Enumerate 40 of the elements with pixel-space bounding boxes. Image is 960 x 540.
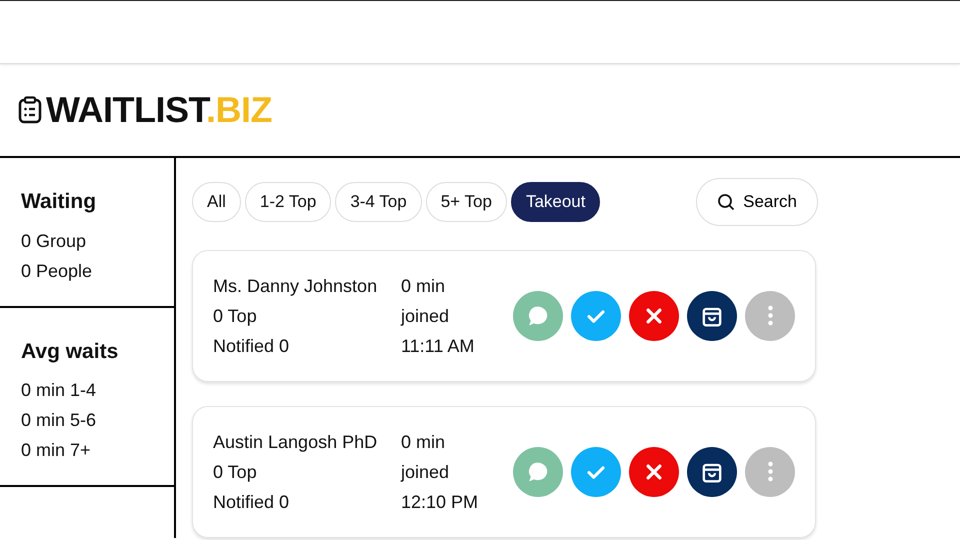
stat-text: 0 People: [21, 260, 94, 283]
search-button[interactable]: Search: [696, 178, 818, 226]
joined-label: joined: [401, 304, 450, 328]
clipboard-icon: [18, 96, 42, 124]
filter-tab[interactable]: Takeout: [510, 182, 600, 222]
filter-tab[interactable]: 5+ Top: [426, 182, 507, 222]
shopping-bag-button[interactable]: [687, 290, 737, 340]
message-button[interactable]: [513, 446, 563, 496]
wait-time: 0 min: [401, 274, 446, 298]
logo[interactable]: WAITLIST.BIZ: [46, 83, 272, 137]
guest-name: Austin Langosh PhD: [213, 430, 378, 454]
party-size: 0 Top: [213, 304, 258, 328]
more-button[interactable]: [745, 290, 795, 340]
more-button[interactable]: [745, 446, 795, 496]
message-button[interactable]: [513, 290, 563, 340]
joined-time: 12:10 PM: [401, 490, 480, 514]
party-size: 0 Top: [213, 460, 258, 484]
filter-tab[interactable]: All: [192, 182, 241, 222]
section-title: Avg waits: [21, 338, 120, 364]
more-icon: [768, 461, 772, 482]
checkmark-button[interactable]: [571, 446, 621, 496]
joined-label: joined: [401, 460, 450, 484]
shopping-bag-button[interactable]: [687, 446, 737, 496]
close-button[interactable]: [629, 446, 679, 496]
stat-text: 0 Group: [21, 230, 88, 253]
filter-tab[interactable]: 1-2 Top: [244, 182, 332, 222]
notified-count: Notified 0: [213, 334, 290, 358]
section-title: Waiting: [21, 189, 98, 215]
notified-count: Notified 0: [213, 490, 290, 514]
stat-text: 0 min 7+: [21, 439, 92, 462]
close-button[interactable]: [629, 290, 679, 340]
checkmark-button[interactable]: [571, 290, 621, 340]
guest-name: Ms. Danny Johnston: [213, 274, 378, 298]
stat-text: 0 min 5-6: [21, 409, 98, 432]
more-icon: [768, 305, 772, 326]
search-icon: [717, 192, 736, 211]
filter-tab[interactable]: 3-4 Top: [335, 182, 422, 222]
joined-time: 11:11 AM: [401, 334, 476, 358]
wait-time: 0 min: [401, 430, 446, 454]
stat-text: 0 min 1-4: [21, 379, 98, 402]
